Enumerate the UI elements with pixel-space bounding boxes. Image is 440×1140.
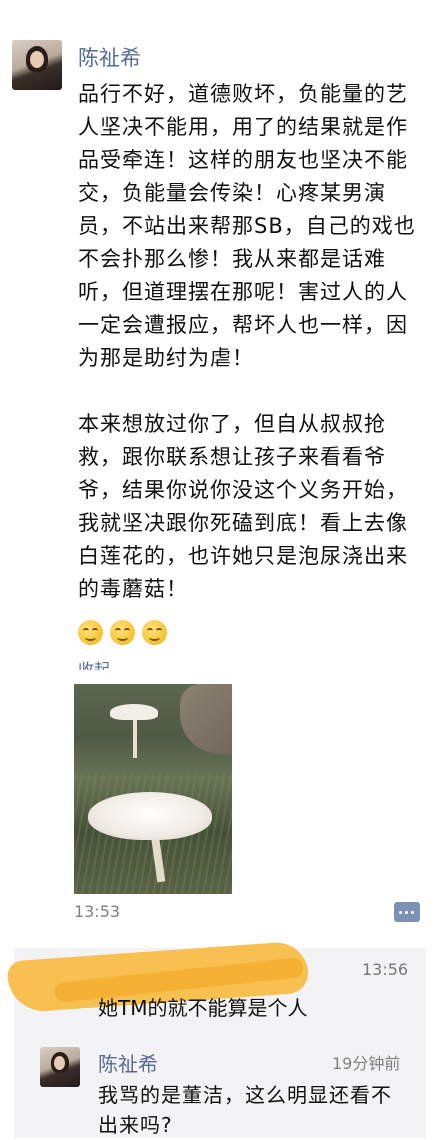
photo-big-mushroom-cap bbox=[88, 792, 212, 840]
commenter-avatar[interactable] bbox=[40, 1047, 80, 1087]
grin-emoji-icon bbox=[78, 620, 103, 645]
grin-emoji-icon bbox=[142, 620, 167, 645]
grin-emoji-icon bbox=[110, 620, 135, 645]
emoji-row bbox=[78, 620, 167, 645]
post-body: 品行不好，道德败坏，负能量的艺人坚决不能用，用了的结果就是作品受牵连！这样的朋友… bbox=[78, 78, 423, 606]
photo-small-mushroom-stem bbox=[133, 718, 137, 758]
avatar-face bbox=[54, 1056, 65, 1070]
author-avatar[interactable] bbox=[12, 40, 62, 90]
author-name[interactable]: 陈祉希 bbox=[78, 42, 141, 72]
avatar-face bbox=[30, 51, 44, 68]
photo-rock bbox=[180, 684, 232, 754]
mushroom-photo[interactable] bbox=[74, 684, 232, 894]
post-time: 13:53 bbox=[74, 902, 121, 921]
photo-small-mushroom-cap bbox=[110, 704, 158, 720]
comment-time: 19分钟前 bbox=[332, 1054, 401, 1073]
comment-dots-icon[interactable] bbox=[394, 902, 420, 922]
moments-post: 陈祉希 品行不好，道德败坏，负能量的艺人坚决不能用，用了的结果就是作品受牵连！这… bbox=[0, 0, 440, 940]
post-paragraph-2: 本来想放过你了，但自从叔叔抢救，跟你联系想让孩子来看看爷爷，结果你说你没这个义务… bbox=[78, 412, 408, 601]
comment-time: 13:56 bbox=[362, 960, 409, 979]
comment-text: 她TM的就不能算是个人 bbox=[98, 996, 308, 1020]
collapse-link[interactable]: 收起 bbox=[78, 656, 110, 670]
post-paragraph-1: 品行不好，道德败坏，负能量的艺人坚决不能用，用了的结果就是作品受牵连！这样的朋友… bbox=[78, 82, 416, 370]
commenter-name[interactable]: 陈祉希 bbox=[98, 1048, 158, 1077]
comment-text: 我骂的是董洁，这么明显还看不出来吗? bbox=[98, 1083, 392, 1137]
